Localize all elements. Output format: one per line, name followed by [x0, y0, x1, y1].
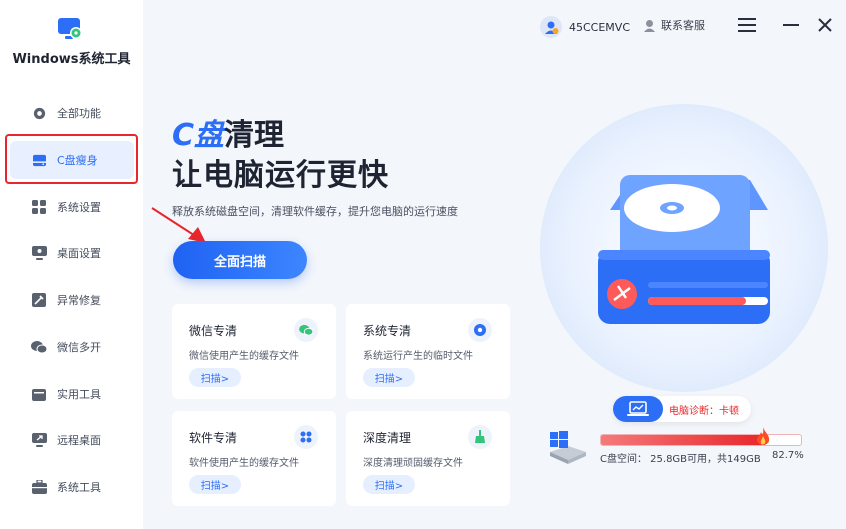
page-title-rest: 清理	[224, 118, 285, 153]
disk-usage-percent: 82.7%	[772, 450, 804, 461]
app-logo-icon	[58, 18, 82, 39]
flame-icon	[756, 427, 770, 445]
minimize-icon	[783, 24, 799, 26]
card-description: 软件使用产生的缓存文件	[189, 458, 299, 469]
avatar	[540, 16, 562, 38]
scan-button[interactable]: 扫描>	[363, 368, 415, 387]
card-system-clean: 系统专清 系统运行产生的临时文件 扫描>	[346, 304, 510, 399]
apps-icon	[294, 425, 318, 449]
card-title: 微信专清	[189, 324, 238, 338]
card-description: 微信使用产生的缓存文件	[189, 351, 299, 362]
settings-gear-icon	[468, 318, 492, 342]
sidebar-item-label: 远程桌面	[57, 434, 101, 447]
windows-disk-icon	[550, 431, 586, 464]
sidebar-item-system-settings[interactable]: 系统设置	[10, 188, 134, 226]
wrench-icon	[31, 292, 47, 308]
sidebar: Windows系统工具 全部功能 C盘瘦身 系统设置 桌面设置 异常修复 微信多	[0, 0, 143, 529]
sidebar-item-label: 异常修复	[57, 294, 101, 307]
diagnosis-text: 电脑诊断：卡顿	[669, 405, 739, 417]
page-subtitle-large: 让电脑运行更快	[172, 158, 389, 193]
sidebar-item-wechat-multi[interactable]: 微信多开	[10, 328, 134, 366]
wechat-icon	[294, 318, 318, 342]
gear-icon	[31, 105, 47, 121]
disk-usage-fill	[601, 435, 767, 445]
wechat-icon	[31, 339, 47, 355]
card-software-clean: 软件专清 软件使用产生的缓存文件 扫描>	[172, 411, 336, 506]
scan-button[interactable]: 扫描>	[189, 475, 241, 494]
sidebar-item-label: 系统工具	[57, 481, 101, 494]
selection-highlight	[5, 134, 138, 184]
sidebar-item-label: 桌面设置	[57, 247, 101, 260]
card-description: 系统运行产生的临时文件	[363, 351, 473, 362]
disk-space-text: C盘空间： 25.8GB可用，共149GB	[600, 454, 761, 465]
card-description: 深度清理顽固缓存文件	[363, 458, 463, 469]
app-title: Windows系统工具	[12, 52, 131, 67]
username: 45CCEMVC	[569, 20, 631, 34]
red-arrow-icon	[151, 207, 206, 243]
broom-icon	[468, 425, 492, 449]
hard-drive-illustration-icon	[598, 175, 770, 324]
sidebar-item-label: 全部功能	[57, 107, 101, 120]
sidebar-item-desktop-settings[interactable]: 桌面设置	[10, 234, 134, 272]
sidebar-item-remote-desktop[interactable]: 远程桌面	[10, 421, 134, 459]
laptop-icon	[613, 396, 663, 422]
card-title: 软件专清	[189, 431, 238, 445]
grid-icon	[31, 199, 47, 215]
page-title: C盘清理	[172, 110, 284, 154]
sidebar-item-label: 实用工具	[57, 388, 101, 401]
scan-button[interactable]: 扫描>	[189, 368, 241, 387]
card-title: 系统专清	[363, 324, 412, 338]
contact-service-label: 联系客服	[661, 19, 705, 32]
diagnosis-badge: 电脑诊断：卡顿	[613, 396, 751, 422]
minimize-button[interactable]	[780, 14, 802, 36]
page-description: 释放系统磁盘空间，清理软件缓存，提升您电脑的运行速度	[172, 205, 458, 218]
close-icon	[818, 18, 832, 32]
sidebar-item-label: 微信多开	[57, 341, 101, 354]
sidebar-item-all-features[interactable]: 全部功能	[10, 94, 134, 132]
hamburger-menu-icon	[738, 18, 756, 32]
disk-usage-bar	[600, 434, 802, 446]
toolbox-icon	[31, 386, 47, 402]
user-account[interactable]: 45CCEMVC	[540, 16, 630, 38]
full-scan-button[interactable]: 全面扫描	[173, 241, 307, 279]
menu-button[interactable]	[736, 14, 758, 36]
contact-service-button[interactable]: 联系客服	[643, 17, 705, 33]
headset-icon	[644, 19, 655, 32]
sidebar-item-label: 系统设置	[57, 201, 101, 214]
card-wechat-clean: 微信专清 微信使用产生的缓存文件 扫描>	[172, 304, 336, 399]
sidebar-item-error-repair[interactable]: 异常修复	[10, 281, 134, 319]
monitor-icon	[31, 245, 47, 261]
sidebar-item-utilities[interactable]: 实用工具	[10, 375, 134, 413]
scan-button[interactable]: 扫描>	[363, 475, 415, 494]
card-title: 深度清理	[363, 431, 412, 445]
remote-desktop-icon	[31, 432, 47, 448]
sidebar-item-system-tools[interactable]: 系统工具	[10, 468, 134, 506]
page-title-highlight: C盘	[172, 118, 225, 153]
briefcase-icon	[31, 479, 47, 495]
close-button[interactable]	[814, 14, 836, 36]
card-deep-clean: 深度清理 深度清理顽固缓存文件 扫描>	[346, 411, 510, 506]
